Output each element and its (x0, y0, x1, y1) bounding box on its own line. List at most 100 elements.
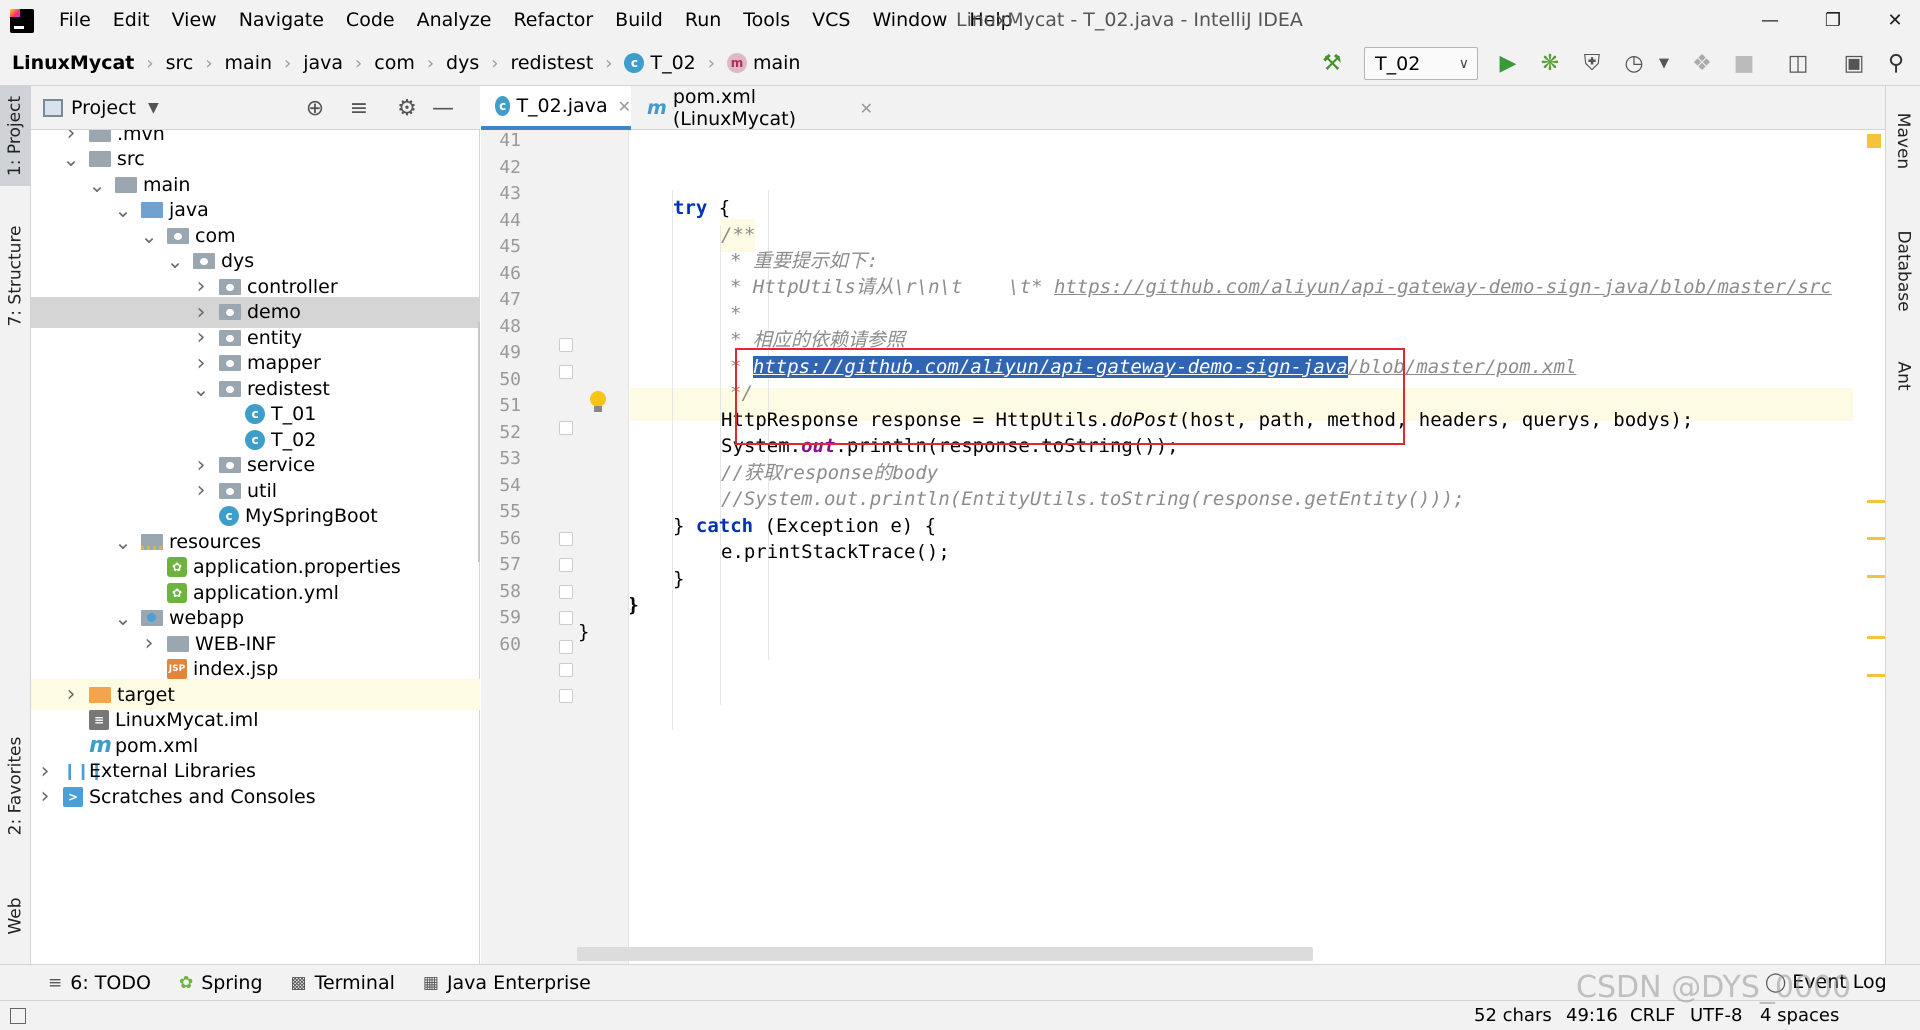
tool-window-toggle-icon[interactable] (10, 1008, 26, 1024)
fold-marker[interactable] (559, 365, 573, 379)
expand-arrow-icon[interactable]: › (191, 351, 211, 376)
expand-arrow-icon[interactable]: › (191, 478, 211, 503)
layout-icon[interactable]: ▣ (1840, 49, 1868, 77)
menu-view[interactable]: View (161, 0, 228, 41)
indent-setting[interactable]: 4 spaces (1760, 1001, 1839, 1030)
tab-structure[interactable]: 7: Structure (0, 216, 31, 336)
menu-tools[interactable]: Tools (732, 0, 801, 41)
breadcrumb-src[interactable]: src › (154, 41, 213, 86)
tab-pom-xml[interactable]: m pom.xml (LinuxMycat) ✕ (633, 86, 873, 130)
menu-run[interactable]: Run (674, 0, 732, 41)
fold-marker[interactable] (559, 663, 573, 677)
tab-ant[interactable]: Ant (1886, 346, 1920, 406)
intention-bulb-icon[interactable] (589, 391, 607, 413)
menu-navigate[interactable]: Navigate (228, 0, 335, 41)
expand-arrow-icon[interactable]: › (35, 784, 55, 809)
breadcrumb-method[interactable]: m main (715, 41, 800, 86)
close-tab-icon[interactable]: ✕ (860, 99, 873, 118)
warning-marker[interactable] (1867, 537, 1885, 540)
breadcrumb-project[interactable]: LinuxMycat › (0, 41, 154, 86)
menu-vcs[interactable]: VCS (801, 0, 861, 41)
expand-arrow-icon[interactable]: › (191, 325, 211, 350)
warning-marker[interactable] (1867, 575, 1885, 578)
tab-project[interactable]: 1: Project (0, 86, 31, 186)
tab-java-enterprise[interactable]: ▦ Java Enterprise (423, 972, 591, 994)
build-hammer-icon[interactable]: ⚒ (1318, 49, 1346, 77)
gear-icon[interactable]: ⚙ (393, 94, 421, 122)
tab-todo[interactable]: ≡ 6: TODO (48, 972, 151, 994)
file-encoding[interactable]: UTF-8 (1690, 1001, 1742, 1030)
expand-arrow-icon[interactable]: › (191, 453, 211, 478)
fold-marker[interactable] (559, 421, 573, 435)
fold-marker[interactable] (559, 532, 573, 546)
collapse-arrow-icon[interactable]: ⌄ (61, 147, 81, 171)
collapse-arrow-icon[interactable]: ⌄ (191, 377, 211, 401)
tree-scrollbar[interactable] (478, 322, 480, 562)
minimize-icon[interactable]: — (1745, 0, 1795, 41)
expand-arrow-icon[interactable]: › (35, 759, 55, 784)
expand-arrow-icon[interactable]: › (191, 274, 211, 299)
breadcrumb-com[interactable]: com › (362, 41, 434, 86)
profile-dropdown-icon[interactable]: ▼ (1650, 49, 1678, 77)
tab-web[interactable]: Web (0, 876, 31, 956)
collapse-arrow-icon[interactable]: ⌄ (87, 173, 107, 197)
menu-window[interactable]: Window (861, 0, 958, 41)
menu-code[interactable]: Code (335, 0, 406, 41)
menu-refactor[interactable]: Refactor (502, 0, 604, 41)
tab-favorites[interactable]: 2: Favorites (0, 726, 31, 846)
fold-marker[interactable] (559, 611, 573, 625)
warning-marker[interactable] (1867, 500, 1885, 503)
warning-marker[interactable] (1867, 636, 1885, 639)
collapse-arrow-icon[interactable]: ⌄ (113, 198, 133, 222)
expand-arrow-icon[interactable]: › (139, 631, 159, 656)
search-icon[interactable]: ⚲ (1882, 49, 1910, 77)
locate-icon[interactable]: ⊕ (301, 94, 329, 122)
tab-database[interactable]: Database (1886, 216, 1920, 326)
fold-marker[interactable] (559, 585, 573, 599)
tree-item[interactable]: › > Scratches and Consoles (31, 781, 480, 812)
tab-spring[interactable]: ✿ Spring (179, 972, 263, 994)
breadcrumb-class[interactable]: c T_02 › (612, 41, 715, 86)
code-editor[interactable]: try { /** * 重要提示如下: * HttpUtils请从\r\n\t … (630, 130, 1885, 964)
collapse-arrow-icon[interactable]: ⌄ (113, 530, 133, 554)
fold-marker[interactable] (559, 689, 573, 703)
debug-icon[interactable]: ❋ (1536, 49, 1564, 77)
line-separator[interactable]: CRLF (1630, 1001, 1675, 1030)
fold-marker[interactable] (559, 640, 573, 654)
menu-analyze[interactable]: Analyze (406, 0, 503, 41)
menu-edit[interactable]: Edit (102, 0, 161, 41)
breadcrumb-dys[interactable]: dys › (434, 41, 498, 86)
close-window-icon[interactable]: ✕ (1870, 0, 1920, 41)
project-structure-icon[interactable]: ◫ (1784, 49, 1812, 77)
collapse-arrow-icon[interactable]: ⌄ (139, 224, 159, 248)
warning-status-icon[interactable] (1867, 134, 1881, 148)
horizontal-scrollbar[interactable] (577, 947, 1313, 961)
menu-file[interactable]: File (48, 0, 102, 41)
tab-terminal[interactable]: ▩ Terminal (291, 972, 395, 994)
run-configuration-select[interactable]: T_02 ∨ (1364, 47, 1478, 80)
expand-arrow-icon[interactable]: › (191, 300, 211, 325)
fold-marker[interactable] (559, 558, 573, 572)
collapse-arrow-icon[interactable]: ⌄ (113, 606, 133, 630)
coverage-icon[interactable]: ⛨ (1578, 49, 1606, 77)
breadcrumb-java[interactable]: java › (291, 41, 362, 86)
stop-icon[interactable]: ■ (1730, 49, 1758, 77)
warning-marker[interactable] (1867, 674, 1885, 677)
collapse-all-icon[interactable]: ≡ (345, 94, 373, 122)
close-tab-icon[interactable]: ✕ (618, 97, 631, 116)
project-view-select[interactable]: Project (71, 97, 136, 119)
expand-arrow-icon[interactable]: › (61, 682, 81, 707)
tab-t02-java[interactable]: c T_02.java ✕ (481, 86, 631, 130)
profile-icon[interactable]: ◷ (1620, 49, 1648, 77)
run-icon[interactable]: ▶ (1494, 49, 1522, 77)
restore-icon[interactable]: ❐ (1808, 0, 1858, 41)
breadcrumb-redistest[interactable]: redistest › (498, 41, 612, 86)
breadcrumb-main[interactable]: main › (213, 41, 292, 86)
collapse-arrow-icon[interactable]: ⌄ (165, 249, 185, 273)
hide-panel-icon[interactable]: — (429, 94, 457, 122)
caret-position[interactable]: 49:16 (1566, 1001, 1618, 1030)
fold-marker[interactable] (559, 338, 573, 352)
attach-icon[interactable]: ❖ (1688, 49, 1716, 77)
chevron-down-icon[interactable]: ▼ (148, 100, 159, 116)
tab-maven[interactable]: Maven (1886, 96, 1920, 186)
